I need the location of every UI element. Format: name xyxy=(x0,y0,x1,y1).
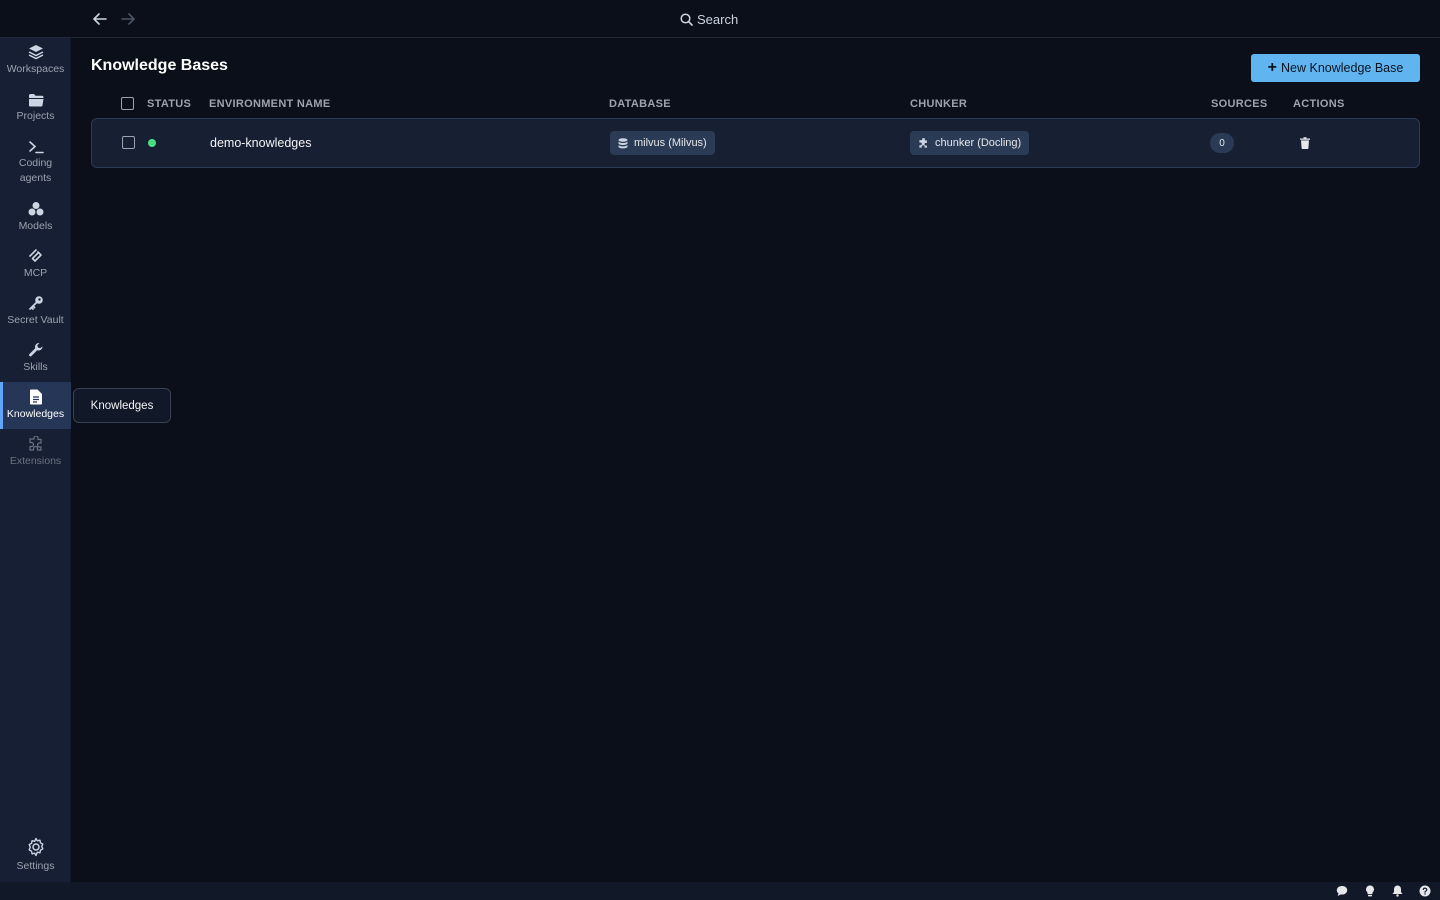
page-title: Knowledge Bases xyxy=(91,57,228,74)
column-header-chunker[interactable]: CHUNKER xyxy=(910,98,967,110)
title-bar: Search xyxy=(0,0,1440,38)
environment-name[interactable]: demo-knowledges xyxy=(210,136,311,150)
plus-icon: + xyxy=(1267,59,1278,76)
sidebar-item-label: Skills xyxy=(23,361,48,373)
gear-icon xyxy=(28,837,43,857)
sidebar-item-label: Settings xyxy=(16,860,55,872)
search-button[interactable]: Search xyxy=(680,9,760,29)
search-icon xyxy=(680,12,693,26)
sidebar-item-label: MCP xyxy=(23,267,48,279)
column-header-status[interactable]: STATUS xyxy=(147,98,191,110)
arrow-right-icon xyxy=(121,13,135,25)
arrow-left-icon xyxy=(93,13,107,25)
sidebar-item-label: Projects xyxy=(16,110,55,122)
sidebar-item-models[interactable]: Models xyxy=(0,201,71,241)
chunker-badge: chunker (Docling) xyxy=(910,131,1030,155)
forward-button[interactable] xyxy=(118,9,138,29)
tips-button[interactable] xyxy=(1364,885,1376,897)
mcp-icon xyxy=(28,249,42,262)
database-label: milvus (Milvus) xyxy=(634,137,707,149)
help-button[interactable] xyxy=(1419,885,1431,897)
notifications-button[interactable] xyxy=(1391,885,1403,897)
select-all-checkbox[interactable] xyxy=(121,97,134,110)
sidebar-tooltip: Knowledges xyxy=(73,388,171,423)
help-icon xyxy=(1419,885,1431,897)
column-header-actions: ACTIONS xyxy=(1293,98,1345,110)
sidebar-item-projects[interactable]: Projects xyxy=(0,93,71,133)
layers-icon xyxy=(28,45,43,60)
chat-button[interactable] xyxy=(1336,885,1348,897)
row-checkbox[interactable] xyxy=(122,136,135,149)
database-icon xyxy=(618,137,628,148)
back-button[interactable] xyxy=(90,9,110,29)
tooltip-text: Knowledges xyxy=(90,399,154,412)
search-label: Search xyxy=(697,11,739,27)
terminal-icon xyxy=(28,141,44,154)
sidebar-item-label: Workspaces xyxy=(6,63,65,75)
puzzle-icon xyxy=(919,137,927,148)
column-header-sources[interactable]: SOURCES xyxy=(1211,98,1268,110)
bell-icon xyxy=(1392,885,1402,897)
column-header-database[interactable]: DATABASE xyxy=(609,98,671,110)
sidebar-item-workspaces[interactable]: Workspaces xyxy=(0,44,71,86)
sidebar-item-mcp[interactable]: MCP xyxy=(0,248,71,288)
sidebar-item-settings[interactable]: Settings xyxy=(0,837,71,877)
sidebar-item-label: Knowledges xyxy=(6,408,65,420)
chat-icon xyxy=(1336,886,1348,896)
new-knowledge-base-button[interactable]: + New Knowledge Base xyxy=(1251,54,1420,82)
sidebar-item-extensions[interactable]: Extensions xyxy=(0,436,71,476)
sidebar-item-label: Extensions xyxy=(9,455,62,467)
sidebar-item-label: Coding agents xyxy=(18,157,53,184)
cubes-icon xyxy=(28,202,43,216)
sidebar-item-label: Secret Vault xyxy=(7,314,64,326)
folder-icon xyxy=(28,94,43,107)
sidebar-item-skills[interactable]: Skills xyxy=(0,342,71,382)
document-icon xyxy=(29,389,42,405)
sidebar: Workspaces Projects Coding agents Models… xyxy=(0,38,71,882)
key-icon xyxy=(28,296,43,310)
status-indicator xyxy=(148,139,156,147)
status-bar xyxy=(0,882,1440,900)
delete-button[interactable] xyxy=(1298,136,1312,150)
new-knowledge-base-label: New Knowledge Base xyxy=(1281,61,1404,75)
sidebar-item-label: Models xyxy=(18,220,53,232)
database-badge: milvus (Milvus) xyxy=(610,131,715,155)
column-header-environment-name[interactable]: ENVIRONMENT NAME xyxy=(209,98,331,110)
sources-count-badge: 0 xyxy=(1210,133,1234,153)
puzzle-icon xyxy=(28,436,42,451)
chunker-label: chunker (Docling) xyxy=(935,137,1022,149)
sidebar-item-secret-vault[interactable]: Secret Vault xyxy=(0,295,71,335)
lightbulb-icon xyxy=(1366,885,1374,897)
trash-icon xyxy=(1300,137,1310,149)
sidebar-item-coding-agents[interactable]: Coding agents xyxy=(0,140,71,190)
sidebar-item-knowledges[interactable]: Knowledges xyxy=(0,382,71,429)
wrench-icon xyxy=(28,342,43,357)
